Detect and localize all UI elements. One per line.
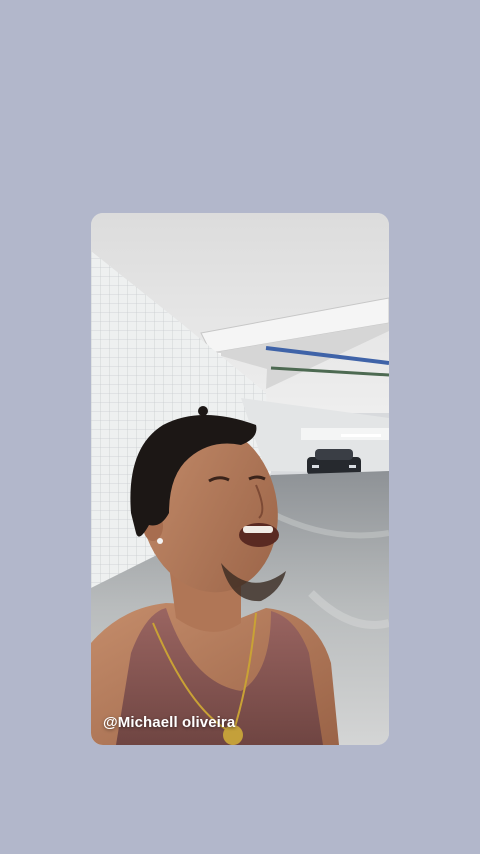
story-video-card[interactable]: @Michaell oliveira: [91, 213, 389, 745]
username-caption[interactable]: @Michaell oliveira: [103, 714, 235, 731]
video-frame: [91, 213, 389, 745]
parked-car: [307, 449, 361, 475]
